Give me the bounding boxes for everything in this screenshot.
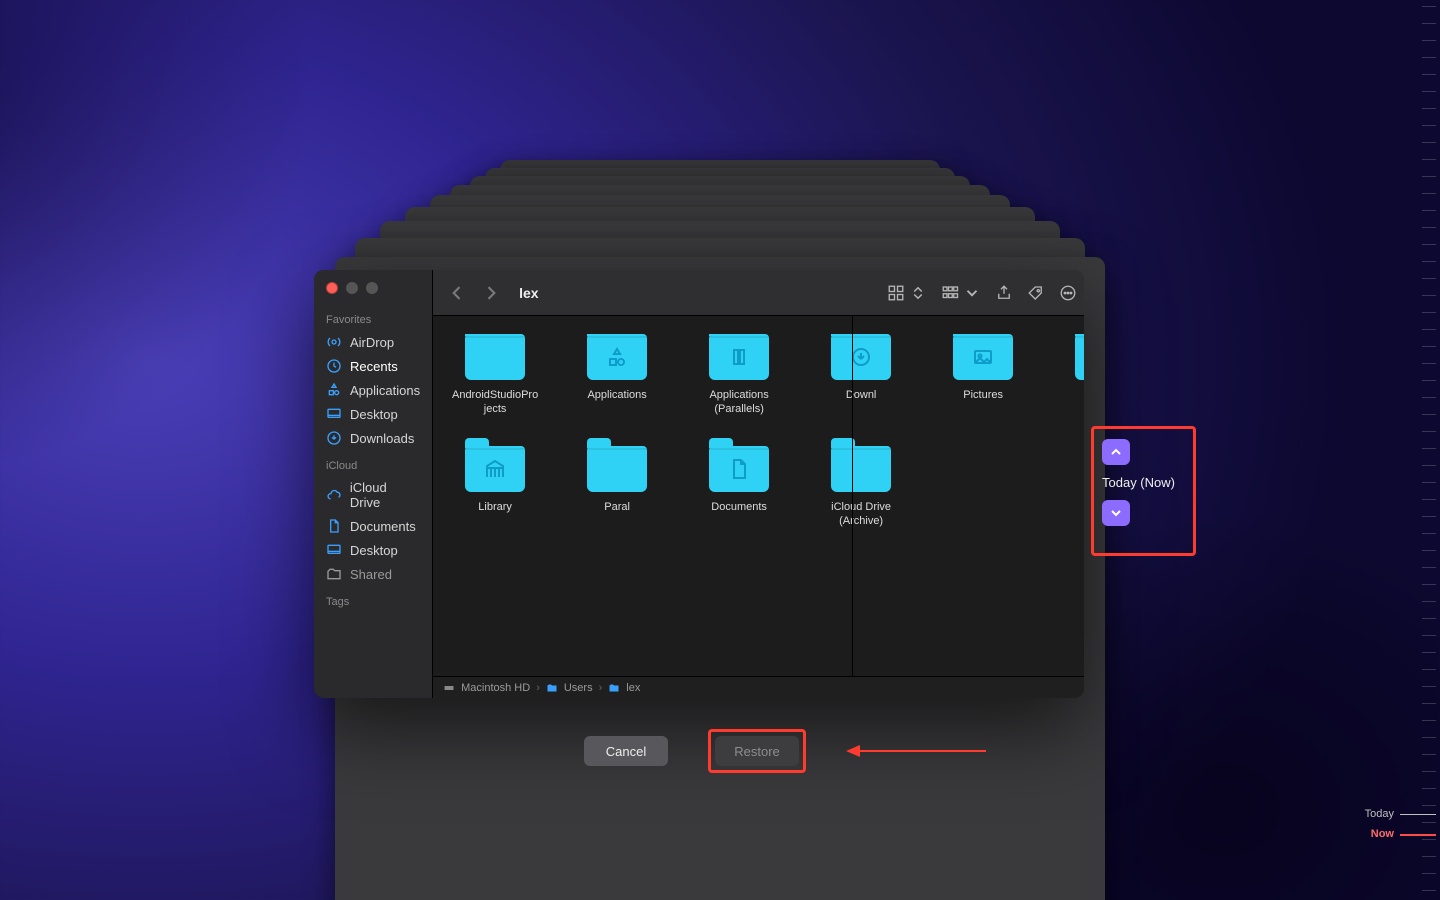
folder-icon [546, 682, 558, 694]
restore-button[interactable]: Restore [715, 736, 799, 766]
folder-item[interactable]: AndroidStudioProjects [451, 334, 539, 416]
folder-label: Pictures [939, 388, 1027, 402]
folder-label: Public [1061, 388, 1084, 402]
sidebar-group-icloud: iCloud [314, 450, 432, 476]
main-pane: lex AndroidStudioProjects Applications App… [433, 270, 1084, 698]
forward-button[interactable] [481, 283, 501, 303]
back-button[interactable] [447, 283, 467, 303]
folder-icon [465, 334, 525, 380]
desktop-icon [326, 406, 342, 422]
folder-icon [465, 446, 525, 492]
window-controls [314, 282, 432, 304]
folder-label: Applications (Parallels) [695, 388, 783, 416]
cancel-button[interactable]: Cancel [584, 736, 668, 766]
share-button[interactable] [995, 284, 1013, 302]
folder-item[interactable]: Downl [817, 334, 905, 416]
folder-label: Downl [817, 388, 905, 402]
sidebar-item-label: Recents [350, 359, 398, 374]
sidebar: Favorites AirDrop Recents Applications D… [314, 270, 433, 698]
path-segment[interactable]: Macintosh HD [461, 682, 530, 694]
chevron-right-icon: › [599, 682, 603, 694]
timeline-ruler[interactable] [1400, 0, 1440, 900]
toolbar: lex [433, 270, 1084, 316]
sidebar-item-label: Applications [350, 383, 420, 398]
folder-item[interactable]: Public [1061, 334, 1084, 416]
folder-label: Library [451, 500, 539, 514]
restore-button-highlight: Restore [708, 729, 806, 773]
folder-icon [709, 446, 769, 492]
action-buttons: Cancel Restore [584, 729, 986, 773]
sidebar-item-applications[interactable]: Applications [314, 378, 432, 402]
disk-icon [443, 682, 455, 694]
sidebar-item-label: Desktop [350, 543, 398, 558]
timeline-now-label: Now [1371, 828, 1394, 840]
folder-icon [831, 334, 891, 380]
airdrop-icon [326, 334, 342, 350]
folder-icon [831, 446, 891, 492]
zoom-button[interactable] [366, 282, 378, 294]
annotation-arrow [846, 741, 986, 761]
sidebar-item-icloud-desktop[interactable]: Desktop [314, 538, 432, 562]
folder-icon [587, 334, 647, 380]
folder-item[interactable]: Paral [573, 446, 661, 528]
window-title: lex [519, 285, 538, 301]
timeline-navigator-highlight: Today (Now) [1091, 426, 1196, 556]
action-menu-button[interactable] [1059, 284, 1084, 302]
timeline-prev-button[interactable] [1102, 439, 1130, 465]
folder-item[interactable]: iCloud Drive (Archive) [817, 446, 905, 528]
sidebar-group-tags: Tags [314, 586, 432, 612]
column-divider [852, 316, 853, 676]
folder-item[interactable]: Library [451, 446, 539, 528]
cloud-icon [326, 487, 342, 503]
sidebar-item-airdrop[interactable]: AirDrop [314, 330, 432, 354]
shared-folder-icon [326, 566, 342, 582]
sidebar-item-documents[interactable]: Documents [314, 514, 432, 538]
timeline-current-label: Today (Now) [1102, 475, 1175, 490]
folder-icon [709, 334, 769, 380]
close-button[interactable] [326, 282, 338, 294]
finder-window: Favorites AirDrop Recents Applications D… [314, 270, 1084, 698]
folder-icon [953, 334, 1013, 380]
folder-label: iCloud Drive (Archive) [817, 500, 905, 528]
timeline-today-label: Today [1365, 808, 1394, 820]
path-bar: Macintosh HD › Users › lex [433, 676, 1084, 698]
view-mode-button[interactable] [887, 284, 927, 302]
sidebar-item-recents[interactable]: Recents [314, 354, 432, 378]
sidebar-item-label: Documents [350, 519, 416, 534]
folder-label: Applications [573, 388, 661, 402]
desktop-icon [326, 542, 342, 558]
minimize-button[interactable] [346, 282, 358, 294]
folder-item[interactable]: Pictures [939, 334, 1027, 416]
document-icon [326, 518, 342, 534]
path-segment[interactable]: lex [626, 682, 640, 694]
download-icon [326, 430, 342, 446]
sidebar-item-label: iCloud Drive [350, 480, 420, 510]
tag-button[interactable] [1027, 284, 1045, 302]
folder-item[interactable]: Applications (Parallels) [695, 334, 783, 416]
folder-label: Documents [695, 500, 783, 514]
folder-icon [587, 446, 647, 492]
folder-label: AndroidStudioProjects [451, 388, 539, 416]
folder-label: Paral [573, 500, 661, 514]
group-by-button[interactable] [941, 284, 981, 302]
app-icon [326, 382, 342, 398]
folder-icon [608, 682, 620, 694]
sidebar-item-downloads[interactable]: Downloads [314, 426, 432, 450]
sidebar-item-shared[interactable]: Shared [314, 562, 432, 586]
folder-item[interactable]: Applications [573, 334, 661, 416]
clock-icon [326, 358, 342, 374]
sidebar-item-label: Desktop [350, 407, 398, 422]
sidebar-group-favorites: Favorites [314, 304, 432, 330]
sidebar-item-desktop[interactable]: Desktop [314, 402, 432, 426]
sidebar-item-label: Downloads [350, 431, 414, 446]
chevron-right-icon: › [536, 682, 540, 694]
sidebar-item-label: AirDrop [350, 335, 394, 350]
content-area: AndroidStudioProjects Applications Applica… [433, 316, 1084, 676]
folder-item[interactable]: Documents [695, 446, 783, 528]
sidebar-item-icloud-drive[interactable]: iCloud Drive [314, 476, 432, 514]
sidebar-item-label: Shared [350, 567, 392, 582]
folder-icon [1075, 334, 1084, 380]
timeline-next-button[interactable] [1102, 500, 1130, 526]
path-segment[interactable]: Users [564, 682, 593, 694]
